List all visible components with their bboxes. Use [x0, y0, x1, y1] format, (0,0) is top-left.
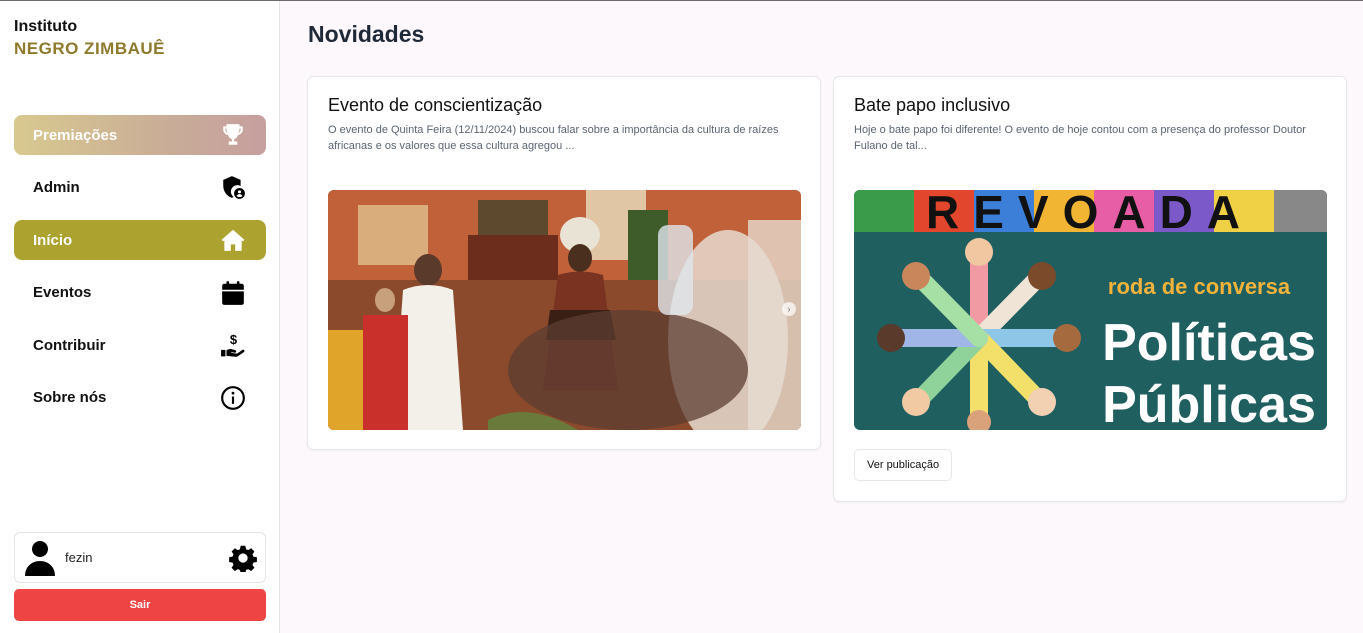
trophy-icon: [220, 122, 246, 148]
sidebar-nav: Premiações Admin Início Eventos Contribu…: [14, 115, 266, 430]
poster-header: REVOADA: [926, 190, 1254, 238]
post-description: Hoje o bate papo foi diferente! O evento…: [854, 124, 1306, 152]
brand-line2: NEGRO ZIMBAUÊ: [14, 39, 165, 58]
sidebar-item-premiacoes[interactable]: Premiações: [14, 115, 266, 155]
post-description: O evento de Quinta Feira (12/11/2024) bu…: [328, 124, 779, 152]
sidebar-item-label: Admin: [33, 179, 80, 196]
sidebar: Instituto NEGRO ZIMBAUÊ Premiações Admin…: [0, 1, 280, 633]
post-image: REVOADA roda de conversa Políticas Públi…: [854, 190, 1327, 430]
revoada-poster: REVOADA roda de conversa Políticas Públi…: [854, 190, 1327, 430]
page-title: Novidades: [308, 21, 425, 47]
sidebar-item-label: Sobre nós: [33, 389, 107, 406]
sidebar-item-label: Premiações: [33, 126, 118, 144]
user-name: fezin: [65, 550, 93, 565]
poster-line2: Políticas: [1102, 314, 1316, 372]
logout-button[interactable]: Sair: [14, 589, 266, 621]
sidebar-item-label: Início: [33, 231, 73, 249]
post-card: Bate papo inclusivo Hoje o bate papo foi…: [833, 76, 1347, 502]
sidebar-item-label: Eventos: [33, 284, 92, 301]
sidebar-item-sobre-nos[interactable]: Sobre nós: [14, 378, 266, 418]
post-image-carousel[interactable]: ›: [328, 190, 801, 430]
post-title: Bate papo inclusivo: [854, 95, 1011, 115]
sidebar-item-contribuir[interactable]: Contribuir $: [14, 325, 266, 365]
home-icon: [220, 227, 246, 253]
sidebar-item-eventos[interactable]: Eventos: [14, 273, 266, 313]
brand-line1: Instituto: [14, 18, 78, 35]
poster-line3: Públicas: [1102, 376, 1316, 430]
sidebar-item-label: Contribuir: [33, 336, 106, 354]
hand-dollar-icon: $: [220, 332, 246, 358]
event-photo: [328, 190, 801, 430]
svg-text:$: $: [230, 332, 238, 347]
brand-logo[interactable]: Instituto NEGRO ZIMBAUÊ: [14, 17, 165, 60]
calendar-icon: [220, 280, 246, 306]
poster-line1: roda de conversa: [1108, 274, 1291, 299]
info-icon: [220, 385, 246, 411]
shield-user-icon: [220, 175, 246, 201]
post-card: Evento de conscientização O evento de Qu…: [307, 76, 821, 450]
main-content: Novidades Evento de conscientização O ev…: [281, 1, 1363, 633]
sidebar-item-inicio[interactable]: Início: [14, 220, 266, 260]
post-title: Evento de conscientização: [328, 95, 543, 115]
user-avatar-icon: [23, 539, 57, 577]
view-post-button[interactable]: Ver publicação: [854, 449, 953, 481]
sidebar-item-admin[interactable]: Admin: [14, 168, 266, 208]
gear-icon[interactable]: [229, 544, 257, 572]
user-profile: fezin: [14, 532, 266, 583]
chevron-right-icon[interactable]: ›: [782, 302, 796, 316]
